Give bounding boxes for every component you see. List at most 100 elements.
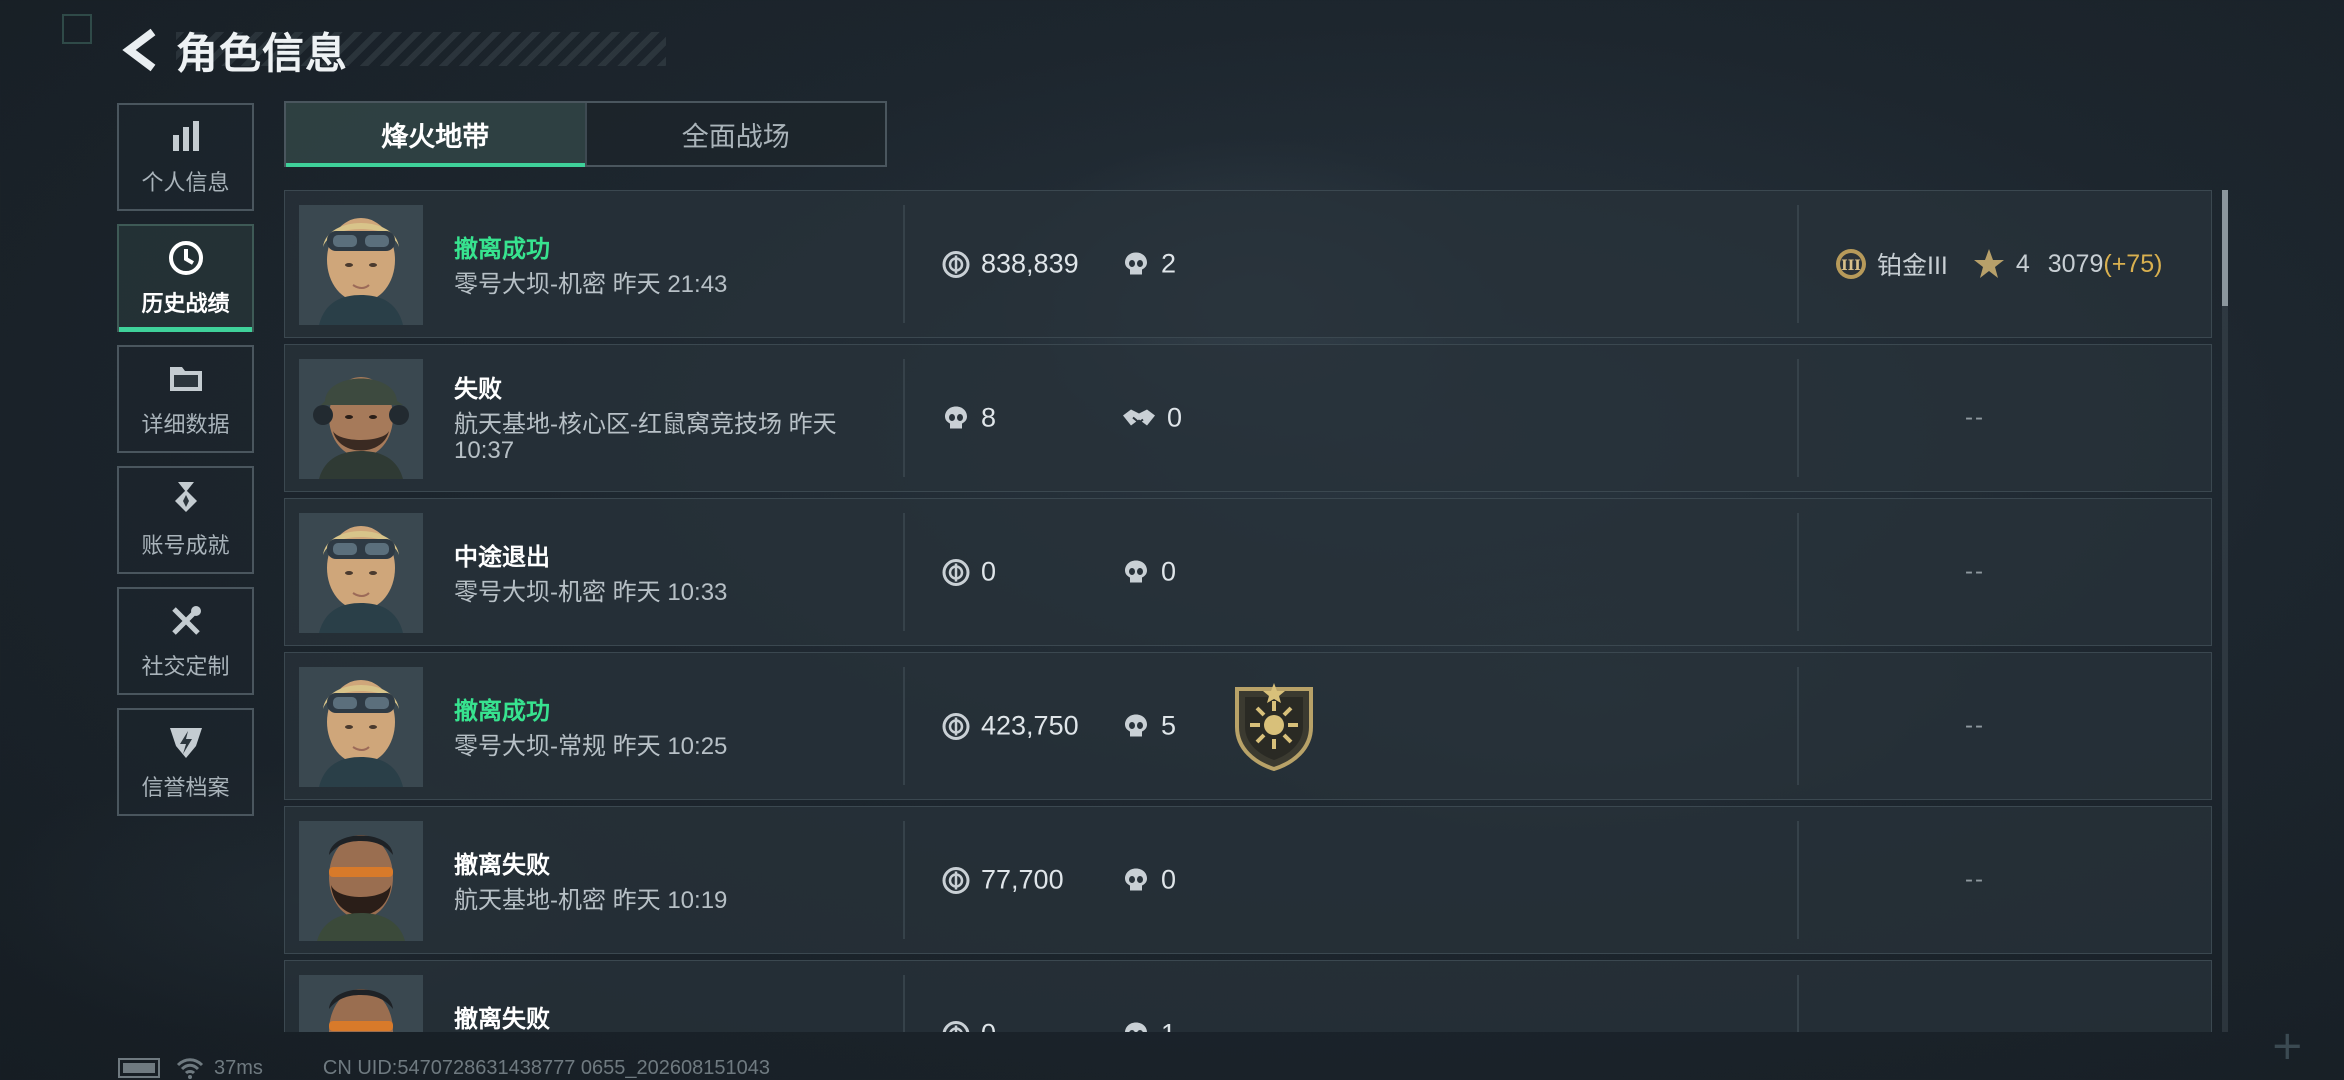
operator-avatar [299, 975, 423, 1032]
divider [1797, 359, 1799, 477]
record-assists: 0 [1167, 402, 1183, 433]
list-scrollbar[interactable] [2222, 190, 2228, 1032]
record-map-time: 零号大坝-机密 昨天 10:33 [454, 579, 728, 606]
scrollbar-thumb[interactable] [2222, 190, 2228, 306]
match-record-row[interactable]: 撤离成功 零号大坝-机密 昨天 21:43 838,839 2 III 铂金II… [284, 190, 2212, 338]
record-status: 失败 [454, 376, 502, 403]
record-value-stat: 838,839 [941, 249, 1079, 280]
skull-icon [1121, 1019, 1151, 1032]
record-map-time: 零号大坝-机密 昨天 21:43 [454, 271, 728, 298]
divider [903, 205, 905, 323]
sidebar-item-credit-record[interactable]: 信誉档案 [117, 708, 254, 816]
sidebar-item-personal-info[interactable]: 个人信息 [117, 103, 254, 211]
divider [903, 513, 905, 631]
record-info: 失败 航天基地-核心区-红鼠窝竞技场 昨天 10:37 [454, 369, 874, 464]
sidebar-item-label: 社交定制 [141, 654, 230, 679]
record-assists-stat: 0 [1121, 403, 1182, 434]
match-record-row[interactable]: 撤离成功 零号大坝-常规 昨天 10:25 423,750 5 -- [284, 652, 2212, 800]
record-kills-stat: 8 [941, 403, 996, 434]
rank-stars: 4 [2015, 249, 2030, 278]
match-record-row[interactable]: 撤离失败 航天基地-机密 昨天 10:19 77,700 0 -- [284, 806, 2212, 954]
record-kills-stat: 0 [1121, 557, 1176, 588]
record-value: 423,750 [981, 710, 1079, 741]
rank-name: 铂金III [1877, 252, 1948, 280]
record-kills: 2 [1161, 248, 1177, 279]
sidebar-item-label: 历史战绩 [141, 291, 230, 316]
sidebar-item-history[interactable]: 历史战绩 [117, 224, 254, 332]
back-button[interactable] [118, 22, 164, 78]
record-info: 撤离失败 航天基地-机密 昨天 10:19 [454, 845, 1014, 914]
user-uid: CN UID:5470728631438777 0655_20260815104… [322, 1056, 770, 1079]
rank-placeholder: -- [1965, 404, 1985, 431]
divider [1797, 975, 1799, 1032]
medal-icon [174, 482, 197, 512]
coin-icon [941, 557, 971, 587]
match-record-row[interactable]: 失败 航天基地-核心区-红鼠窝竞技场 昨天 10:37 8 0 -- [284, 344, 2212, 492]
match-history-list[interactable]: 撤离成功 零号大坝-机密 昨天 21:43 838,839 2 III 铂金II… [284, 190, 2212, 1032]
sidebar: 个人信息 历史战绩 详细数据 账号成就 社交定制 信誉档案 [117, 103, 254, 829]
ping-value: 37ms [214, 1056, 263, 1079]
divider [903, 359, 905, 477]
tab-full-battlefield[interactable]: 全面战场 [584, 103, 886, 165]
clock-icon [168, 241, 203, 275]
record-value-stat: 0 [941, 557, 996, 588]
divider [903, 667, 905, 785]
svg-text:III: III [1841, 258, 1861, 274]
battery-icon [118, 1058, 160, 1078]
sidebar-item-label: 信誉档案 [141, 775, 230, 800]
record-status: 撤离成功 [454, 698, 550, 725]
record-info: 撤离失败 [454, 999, 1014, 1032]
sidebar-item-label: 账号成就 [141, 533, 230, 558]
record-map-time: 航天基地-核心区-红鼠窝竞技场 昨天 10:37 [454, 411, 837, 464]
back-arrow-icon [122, 28, 156, 72]
skull-icon [1121, 557, 1151, 587]
record-kills: 0 [1161, 556, 1177, 587]
page-title: 角色信息 [176, 29, 349, 77]
record-status: 撤离成功 [454, 236, 550, 263]
skull-icon [941, 403, 971, 433]
operator-avatar [299, 667, 423, 787]
record-value: 838,839 [981, 248, 1079, 279]
rank-placeholder: -- [1965, 558, 1985, 585]
record-value-stat: 0 [941, 1019, 996, 1033]
record-status: 撤离失败 [454, 1006, 550, 1032]
divider [1797, 205, 1799, 323]
sidebar-item-label: 个人信息 [141, 170, 230, 195]
divider [903, 975, 905, 1032]
divider [1797, 821, 1799, 939]
operator-avatar [299, 821, 423, 941]
record-kills: 1 [1161, 1019, 1176, 1033]
record-kills-stat: 2 [1121, 249, 1176, 280]
sidebar-item-social-custom[interactable]: 社交定制 [117, 587, 254, 695]
operator-avatar [299, 513, 423, 633]
sidebar-item-detail-data[interactable]: 详细数据 [117, 345, 254, 453]
rank-placeholder: -- [1965, 712, 1985, 739]
tab-fenghuo-zone[interactable]: 烽火地带 [286, 103, 585, 167]
coin-icon [941, 1019, 971, 1032]
handshake-icon [1121, 403, 1157, 433]
record-map-time: 零号大坝-常规 昨天 10:25 [454, 733, 728, 760]
star-icon [1973, 249, 2004, 278]
record-kills-stat: 5 [1121, 711, 1176, 742]
record-value: 0 [981, 1019, 996, 1033]
skull-icon [1121, 865, 1151, 895]
rank-platinum-badge-icon: III [1836, 249, 1866, 279]
corner-decoration [62, 14, 92, 44]
match-record-row[interactable]: 中途退出 零号大坝-机密 昨天 10:33 0 0 -- [284, 498, 2212, 646]
record-kills: 0 [1161, 864, 1177, 895]
record-info: 撤离成功 零号大坝-常规 昨天 10:25 [454, 691, 1014, 760]
record-value: 0 [981, 556, 997, 587]
bar-chart-icon [172, 121, 199, 151]
operator-avatar [299, 205, 423, 325]
record-info: 撤离成功 零号大坝-机密 昨天 21:43 [454, 229, 1014, 298]
sidebar-item-achievements[interactable]: 账号成就 [117, 466, 254, 574]
corner-plus-decoration: + [2270, 1023, 2304, 1069]
rank-score: 3079 [2047, 249, 2104, 278]
skull-icon [1121, 711, 1151, 741]
rank-placeholder: -- [1965, 866, 1985, 893]
record-kills: 5 [1161, 710, 1177, 741]
tools-icon [171, 606, 201, 635]
record-info: 中途退出 零号大坝-机密 昨天 10:33 [454, 537, 1014, 606]
sun-shield-emblem-icon[interactable] [1229, 681, 1319, 771]
match-record-row[interactable]: 撤离失败 0 1 [284, 960, 2212, 1032]
